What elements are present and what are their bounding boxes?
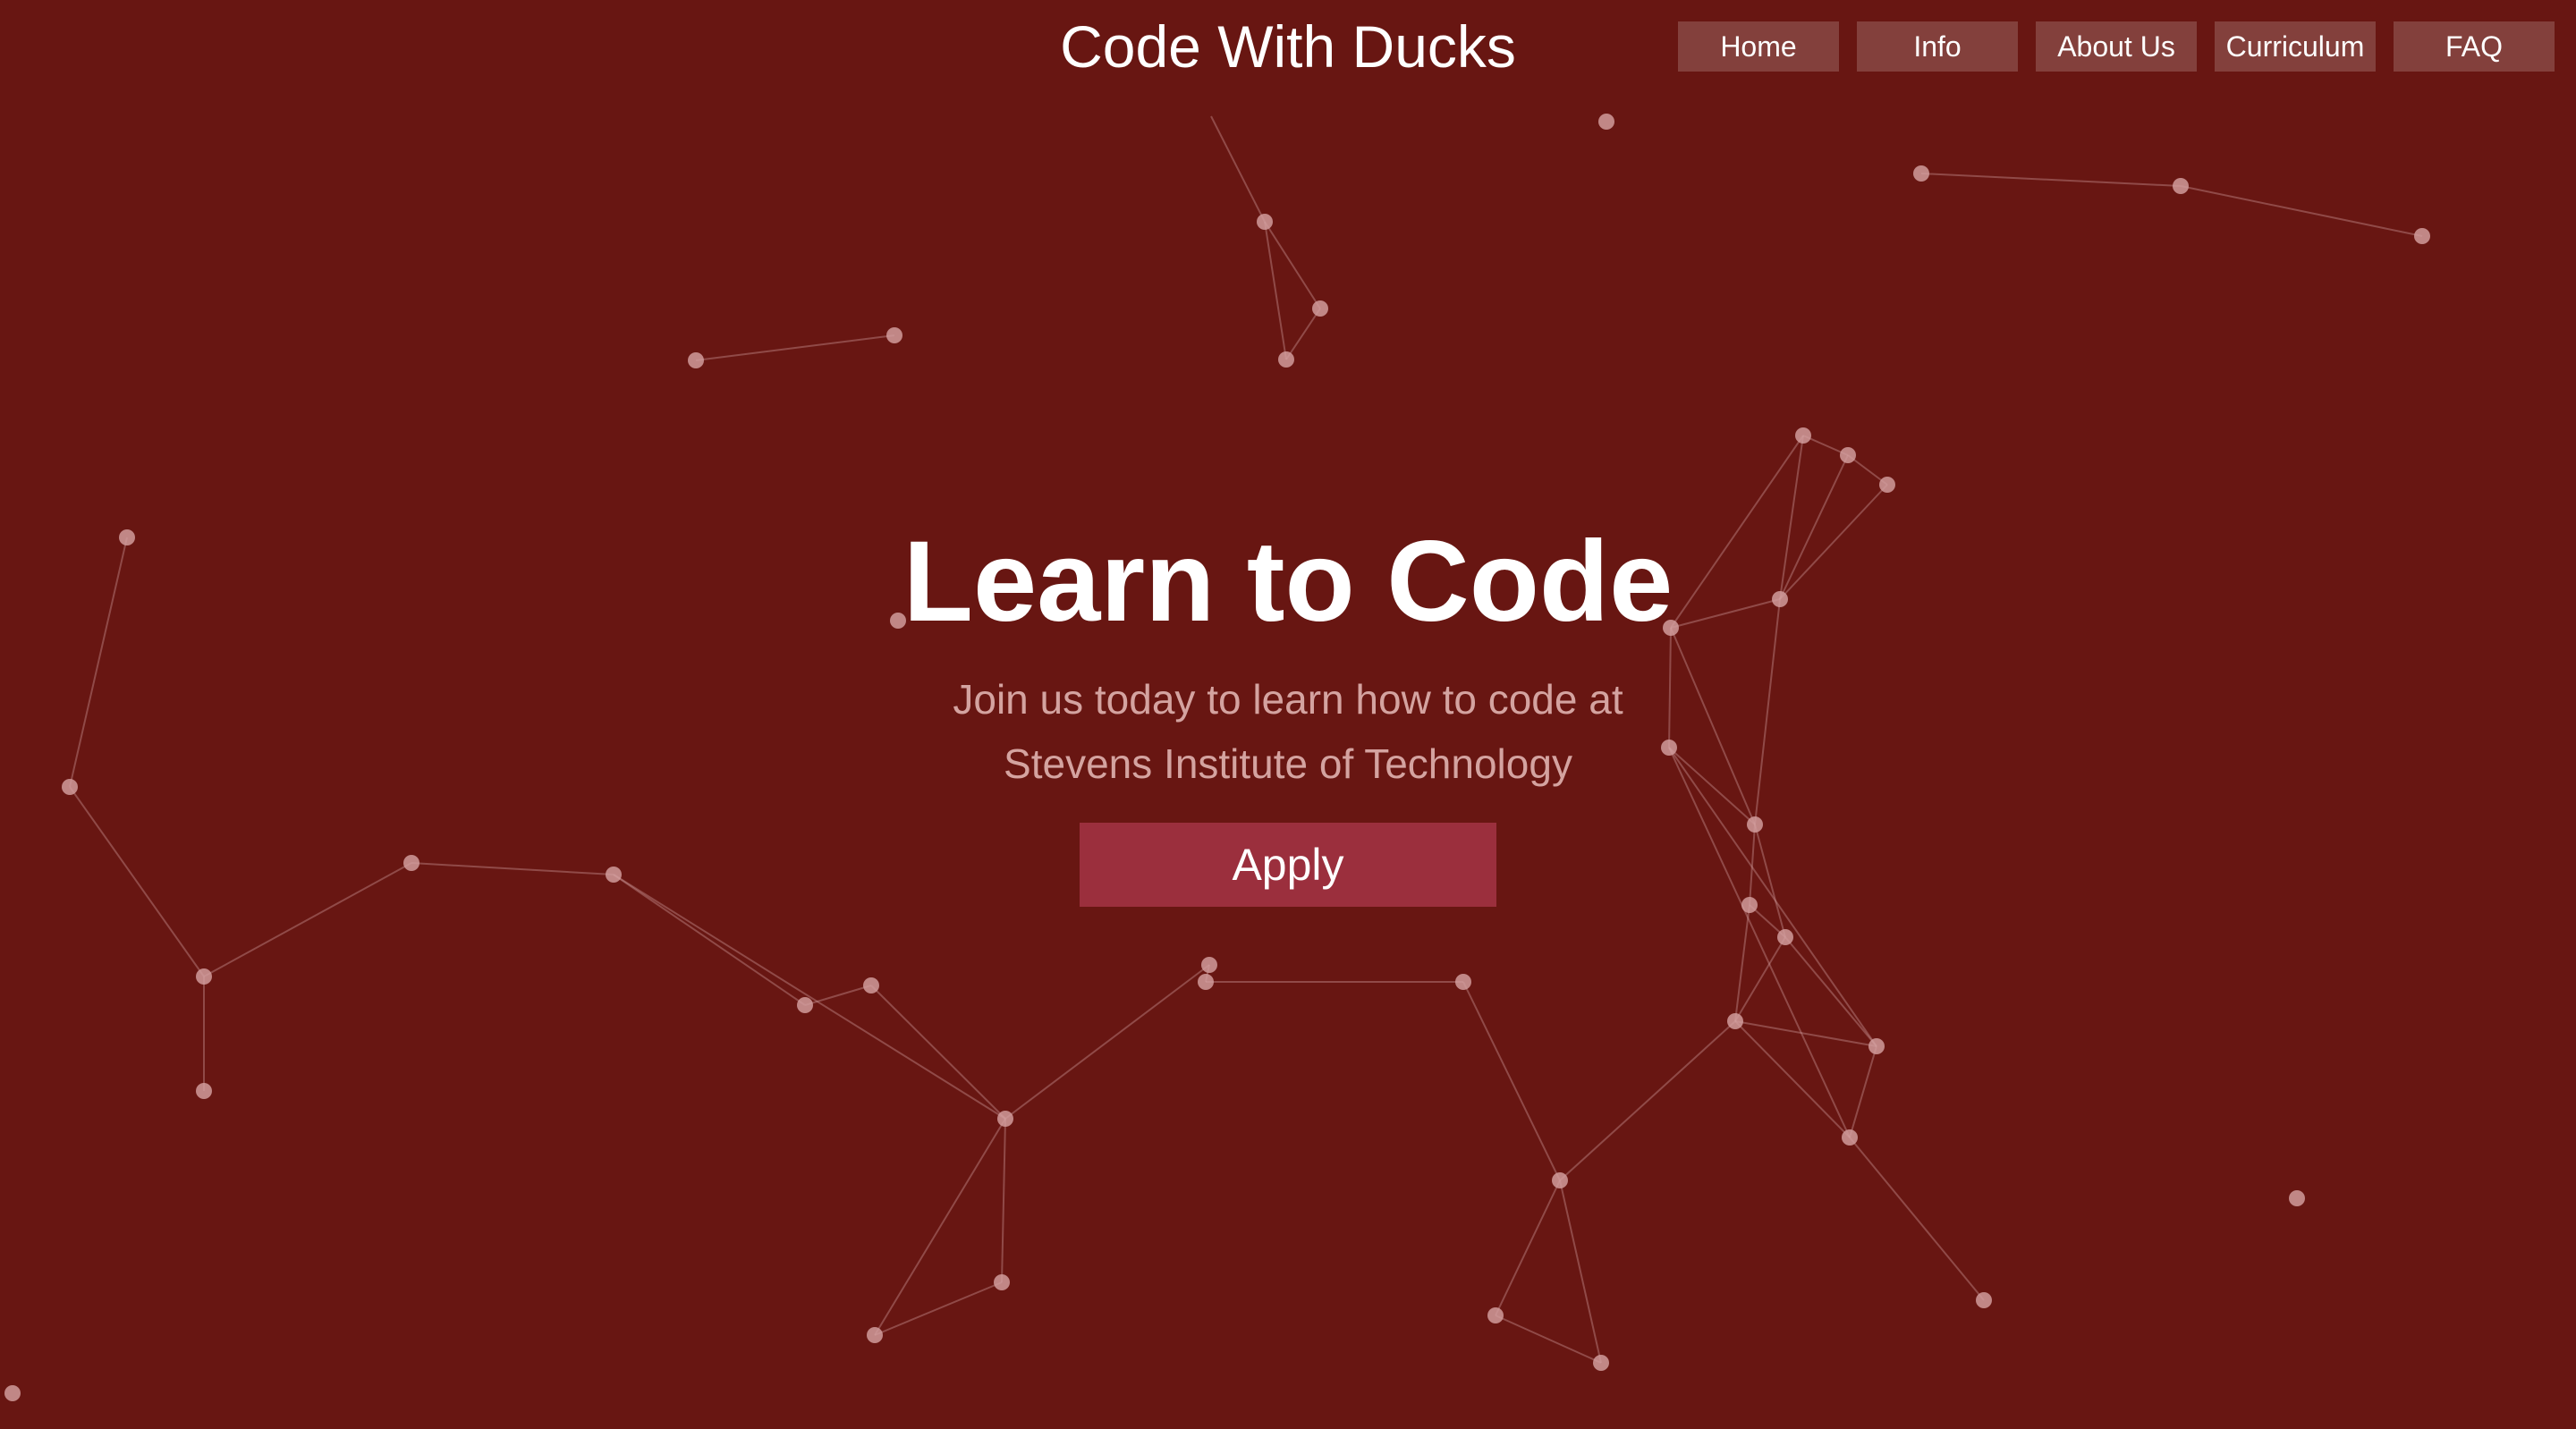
particle-link — [1004, 964, 1210, 1120]
particle-dot — [1727, 1013, 1743, 1029]
main-nav: Home Info About Us Curriculum FAQ — [1678, 21, 2555, 72]
particle-dot — [1777, 929, 1793, 945]
particle-link — [1264, 221, 1287, 360]
hero-subtitle-line-1: Join us today to learn how to code at — [953, 676, 1623, 723]
particle-dot — [403, 855, 419, 871]
nav-about-us-button[interactable]: About Us — [2036, 21, 2197, 72]
particle-link — [1210, 115, 1266, 223]
particle-dot — [1913, 165, 1929, 182]
particle-link — [1462, 981, 1561, 1181]
particle-dot — [1278, 351, 1294, 368]
page: Code With Ducks Home Info About Us Curri… — [0, 0, 2576, 1429]
nav-curriculum-button[interactable]: Curriculum — [2215, 21, 2376, 72]
particle-dot — [997, 1111, 1013, 1127]
particle-link — [1495, 1315, 1602, 1364]
particle-link — [1559, 1180, 1602, 1364]
particle-dot — [1455, 974, 1471, 990]
particle-dot — [867, 1327, 883, 1343]
nav-info-button[interactable]: Info — [1857, 21, 2018, 72]
particle-link — [613, 874, 806, 1006]
particle-dot — [994, 1274, 1010, 1290]
particle-dot — [1198, 974, 1214, 990]
particle-dot — [606, 867, 622, 883]
particle-dot — [1879, 477, 1895, 493]
particle-link — [1849, 1137, 1985, 1301]
particle-dot — [196, 1083, 212, 1099]
hero-subtitle-line-2: Stevens Institute of Technology — [1004, 740, 1572, 787]
particle-dot — [1201, 957, 1217, 973]
particle-link — [1734, 936, 1786, 1022]
particle-dot — [2173, 178, 2189, 194]
hero-title: Learn to Code — [902, 518, 1674, 646]
particle-dot — [1976, 1292, 1992, 1308]
particle-link — [1668, 747, 1851, 1138]
particle-dot — [1598, 114, 1614, 130]
particle-dot — [797, 997, 813, 1013]
particle-dot — [196, 968, 212, 985]
particle-dot — [688, 352, 704, 368]
particle-link — [411, 862, 614, 875]
nav-home-button[interactable]: Home — [1678, 21, 1839, 72]
particle-link — [874, 1281, 1003, 1336]
particle-link — [1849, 1045, 1877, 1138]
particle-link — [870, 985, 1006, 1120]
particle-link — [69, 786, 205, 977]
particle-link — [804, 985, 872, 1006]
hero-subtitle: Join us today to learn how to code at St… — [0, 667, 2576, 796]
particle-dot — [4, 1385, 21, 1401]
apply-button[interactable]: Apply — [1080, 823, 1496, 907]
particle-link — [874, 1118, 1006, 1336]
particle-link — [1734, 904, 1750, 1022]
particle-link — [1754, 824, 1786, 938]
particle-dot — [1842, 1129, 1858, 1146]
particle-link — [1285, 308, 1321, 360]
particle-dot — [1795, 427, 1811, 444]
particle-dot — [1747, 816, 1763, 833]
particle-dot — [2414, 228, 2430, 244]
particle-dot — [2289, 1190, 2305, 1206]
particle-link — [695, 334, 895, 361]
particle-dot — [1840, 447, 1856, 463]
particle-link — [1264, 221, 1321, 309]
particle-dot — [1552, 1172, 1568, 1188]
particle-dot — [1593, 1355, 1609, 1371]
particle-link — [1001, 1118, 1006, 1283]
particle-dot — [1868, 1038, 1885, 1054]
particle-link — [2180, 185, 2423, 237]
nav-faq-button[interactable]: FAQ — [2394, 21, 2555, 72]
particle-link — [613, 874, 1006, 1120]
particle-dot — [1257, 214, 1273, 230]
particle-dot — [1312, 300, 1328, 317]
particle-link — [1920, 173, 2182, 187]
particle-dot — [1487, 1307, 1504, 1323]
particle-dot — [886, 327, 902, 343]
particle-link — [203, 862, 412, 977]
particle-dot — [863, 977, 879, 994]
particle-link — [1495, 1180, 1561, 1316]
particle-link — [1559, 1020, 1736, 1181]
particle-dot — [1741, 897, 1758, 913]
